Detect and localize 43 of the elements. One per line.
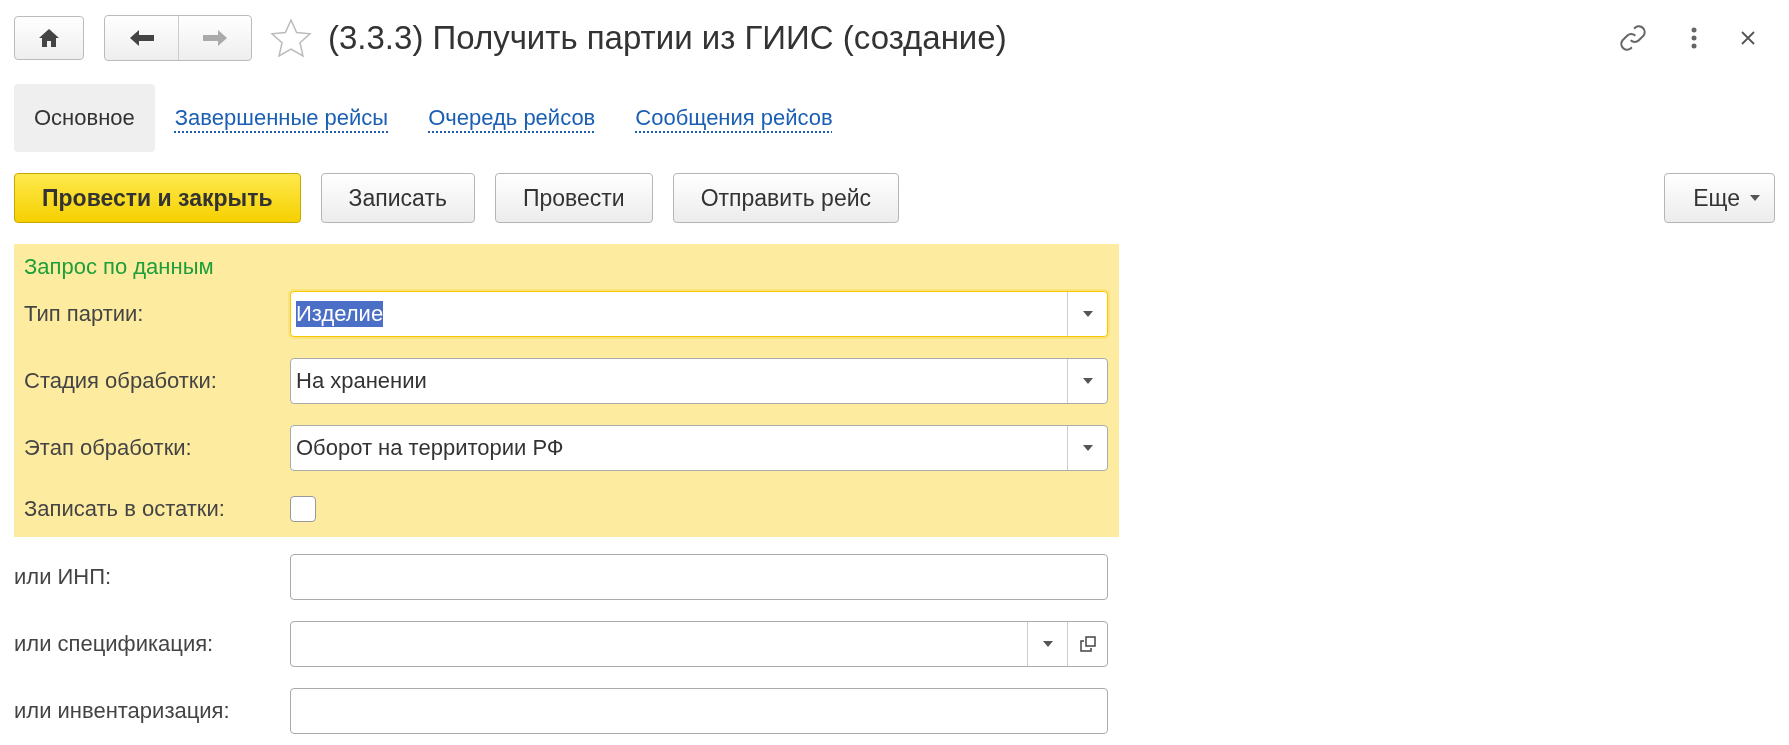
field-label: Стадия обработки:	[24, 367, 217, 394]
field-label: Этап обработки:	[24, 434, 192, 461]
input-field[interactable]	[290, 620, 1108, 667]
field-label: Тип партии:	[24, 300, 144, 327]
input-field[interactable]: На хранении	[290, 357, 1108, 404]
home-icon	[38, 28, 60, 48]
tab[interactable]: Завершенные рейсы	[154, 84, 409, 152]
caret-icon	[1750, 195, 1760, 201]
tab[interactable]: Сообщения рейсов	[615, 84, 853, 152]
primary-button[interactable]: Провести и закрыть	[14, 173, 301, 223]
caret-icon	[1082, 444, 1093, 451]
field-label: или спецификация:	[14, 630, 214, 657]
toolbar-button[interactable]: Провести	[494, 173, 653, 223]
home-button[interactable]	[14, 16, 84, 60]
favorite-star-button[interactable]	[270, 18, 312, 58]
close-button[interactable]	[1741, 31, 1755, 45]
kebab-menu-icon	[1691, 27, 1697, 49]
more-button[interactable]: Еще	[1664, 173, 1775, 223]
close-icon	[1741, 31, 1755, 45]
link-icon	[1619, 24, 1647, 52]
field-label: Записать в остатки:	[24, 496, 225, 522]
star-icon	[270, 18, 312, 58]
caret-icon	[1082, 377, 1093, 384]
input-field[interactable]: Оборот на территории РФ	[290, 424, 1108, 471]
tab[interactable]: Очередь рейсов	[408, 84, 616, 152]
toolbar-button[interactable]: Записать	[320, 173, 475, 223]
input-field[interactable]: Изделие	[290, 290, 1108, 337]
input-field[interactable]	[290, 687, 1108, 734]
input-field[interactable]	[290, 553, 1108, 600]
window-title: (3.3.3) Получить партии из ГИИС (создание)	[328, 19, 1008, 57]
forward-arrow-icon	[203, 30, 227, 46]
more-menu-button[interactable]	[1691, 27, 1697, 49]
open-window-icon	[1079, 635, 1096, 652]
field-label: или ИНП:	[14, 563, 112, 590]
checkbox[interactable]	[290, 496, 316, 522]
toolbar-button[interactable]: Отправить рейс	[672, 173, 900, 223]
group-title: Запрос по данным	[23, 254, 214, 280]
caret-icon	[1042, 640, 1053, 647]
caret-icon	[1082, 310, 1093, 317]
back-arrow-icon	[129, 30, 154, 46]
tab[interactable]: Основное	[14, 84, 155, 152]
field-label: или инвентаризация:	[14, 697, 230, 724]
link-button[interactable]	[1619, 24, 1647, 52]
